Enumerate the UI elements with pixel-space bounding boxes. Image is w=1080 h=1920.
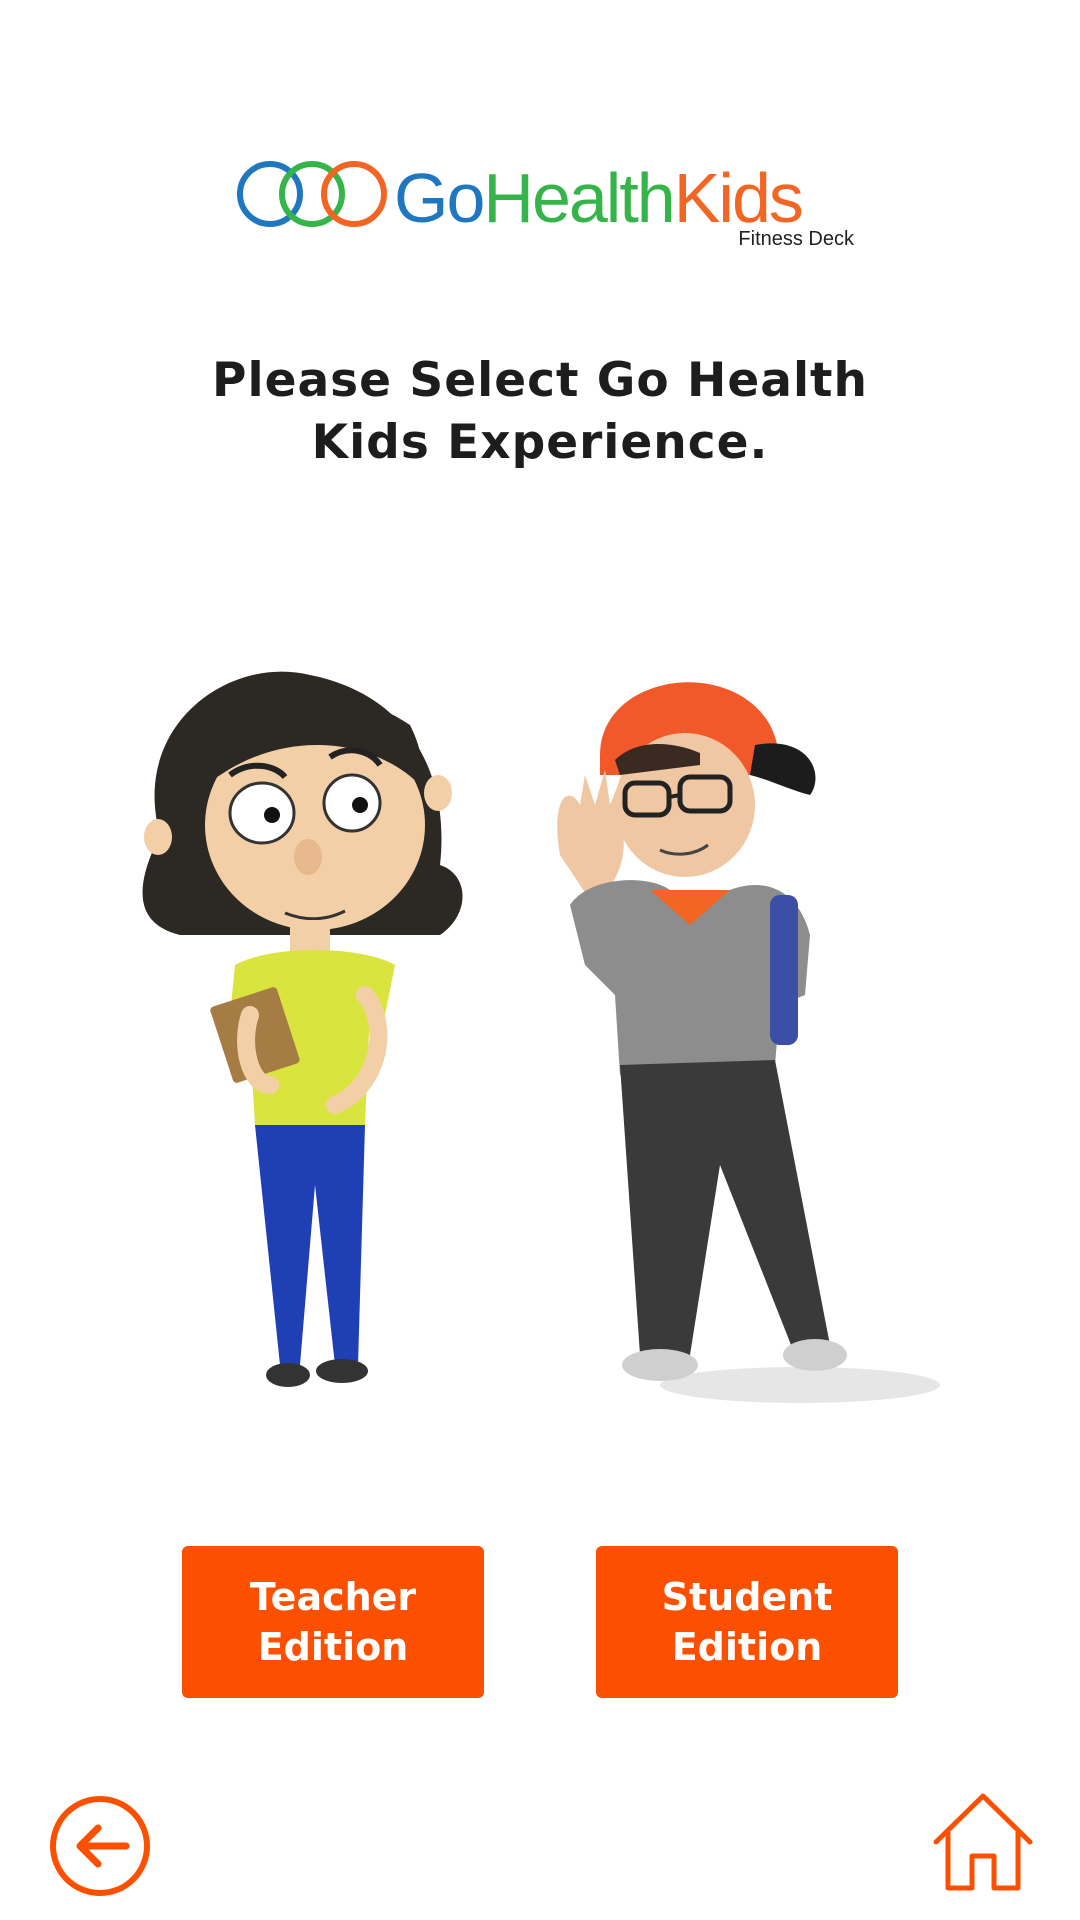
teacher-edition-button[interactable]: Teacher Edition [182,1546,484,1698]
app-logo: GoHealthKids Fitness Deck [234,152,854,252]
teacher-character-illustration[interactable] [120,665,500,1415]
student-edition-button[interactable]: Student Edition [596,1546,898,1698]
logo-word-kids: Kids [673,159,804,237]
logo-word-go: Go [394,159,485,237]
back-arrow-icon[interactable] [48,1794,152,1898]
logo-subtitle: Fitness Deck [738,228,854,250]
home-icon[interactable] [930,1790,1036,1894]
three-rings-icon [237,161,387,227]
logo-word-health: Health [483,159,675,237]
student-character-illustration[interactable] [540,665,940,1415]
page-title: Please Select Go Health Kids Experience. [212,353,868,470]
